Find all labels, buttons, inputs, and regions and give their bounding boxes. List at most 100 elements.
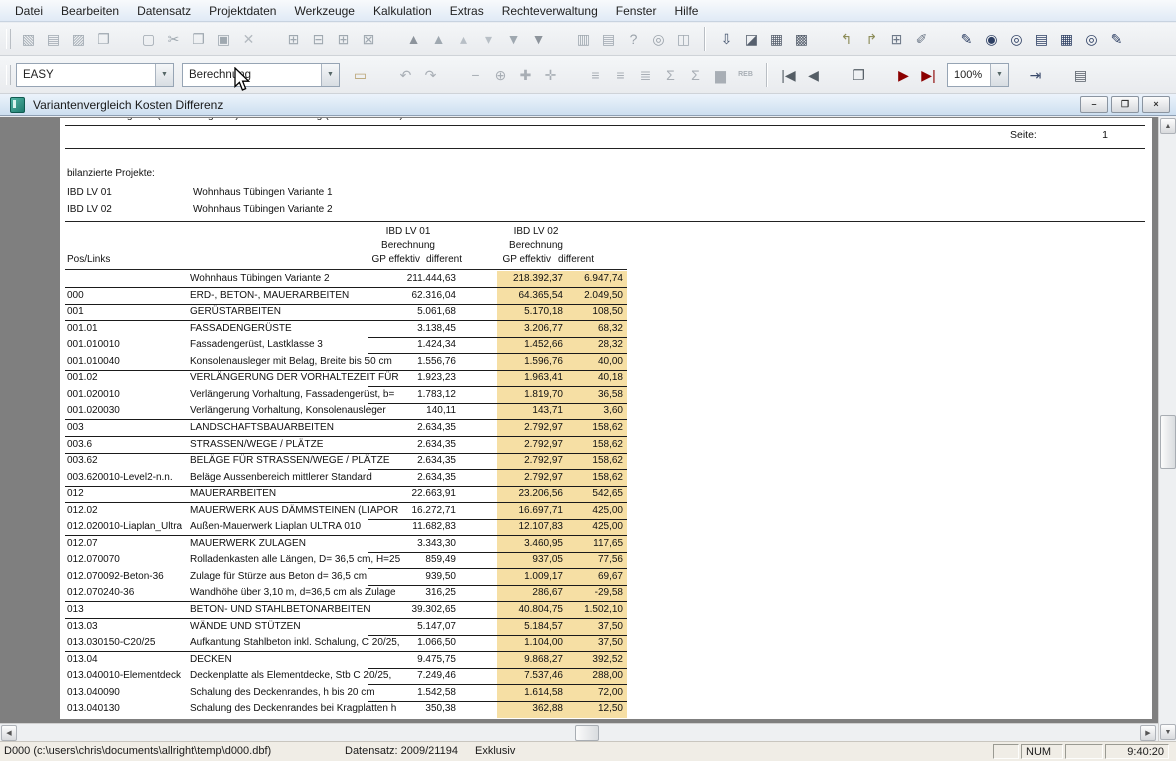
insert-sub-position-icon[interactable]: ⊟ xyxy=(306,27,331,51)
vertical-scrollbar[interactable]: ▲ ▼ xyxy=(1158,117,1176,741)
row-gp-variant1: 2.634,35 xyxy=(320,439,456,450)
move-first-icon[interactable]: ▲ xyxy=(401,27,426,51)
redo-icon[interactable]: ↷ xyxy=(418,63,443,87)
menu-item-hilfe[interactable]: Hilfe xyxy=(665,0,707,22)
menu-item-projektdaten[interactable]: Projektdaten xyxy=(200,0,285,22)
last-page-icon[interactable]: ▶| xyxy=(916,63,941,87)
insert-branch-icon[interactable]: ⊠ xyxy=(356,27,381,51)
copy-page-icon[interactable]: ❐ xyxy=(846,63,871,87)
table-view-icon[interactable]: ▦ xyxy=(1054,27,1079,51)
insert-title-icon[interactable]: ⊞ xyxy=(331,27,356,51)
move-page-up-icon[interactable]: ▲ xyxy=(426,27,451,51)
first-page-icon[interactable]: |◀ xyxy=(776,63,801,87)
chevron-down-icon[interactable]: ▼ xyxy=(155,64,173,86)
layout-combo[interactable]: EASY ▼ xyxy=(16,63,174,87)
tile-windows-icon[interactable]: ⊞ xyxy=(884,27,909,51)
row-gp-variant2: 7.537,46 xyxy=(480,670,563,681)
menu-item-werkzeuge[interactable]: Werkzeuge xyxy=(285,0,363,22)
outline-demote-icon[interactable]: ≡ xyxy=(608,63,633,87)
menu-item-datei[interactable]: Datei xyxy=(6,0,52,22)
menu-item-rechteverwaltung[interactable]: Rechteverwaltung xyxy=(493,0,607,22)
delete-icon[interactable]: ✕ xyxy=(236,27,261,51)
sum-icon[interactable]: Σ xyxy=(683,63,708,87)
reb-icon[interactable]: REB xyxy=(733,63,758,87)
row-gp-variant2: 362,88 xyxy=(480,703,563,714)
scroll-up-icon[interactable]: ▲ xyxy=(1160,118,1176,134)
move-down-icon[interactable]: ▾ xyxy=(476,27,501,51)
row-difference: 40,18 xyxy=(565,372,623,383)
toolbar-grip-2[interactable] xyxy=(6,65,11,85)
zoom-document-icon[interactable]: ◉ xyxy=(979,27,1004,51)
row-gp-variant1: 316,25 xyxy=(320,587,456,598)
paste-icon[interactable]: ▣ xyxy=(211,27,236,51)
chart-icon[interactable]: ▆ xyxy=(708,63,733,87)
previous-page-icon[interactable]: ◀ xyxy=(801,63,826,87)
search-icon[interactable]: ◎ xyxy=(646,27,671,51)
row-pos: 003.6 xyxy=(67,439,92,450)
sum-positions-icon[interactable]: Σ xyxy=(658,63,683,87)
print-page-icon[interactable]: ▤ xyxy=(1068,63,1093,87)
jump-back-icon[interactable]: ↰ xyxy=(834,27,859,51)
cut-icon[interactable]: ✂ xyxy=(161,27,186,51)
menu-item-datensatz[interactable]: Datensatz xyxy=(128,0,200,22)
copy-structure-icon[interactable]: ❐ xyxy=(91,27,116,51)
move-up-icon[interactable]: ▴ xyxy=(451,27,476,51)
search-document-icon[interactable]: ◎ xyxy=(1004,27,1029,51)
open-document-icon[interactable]: ▤ xyxy=(1029,27,1054,51)
row-gp-variant2: 5.184,57 xyxy=(480,621,563,632)
scroll-right-icon[interactable]: ▶ xyxy=(1140,725,1156,741)
menu-item-fenster[interactable]: Fenster xyxy=(607,0,666,22)
outline-promote-icon[interactable]: ≡ xyxy=(583,63,608,87)
menu-item-kalkulation[interactable]: Kalkulation xyxy=(364,0,441,22)
new-document-icon[interactable]: ▢ xyxy=(136,27,161,51)
add-group-icon[interactable]: ✛ xyxy=(538,63,563,87)
minimize-button[interactable]: – xyxy=(1080,96,1108,113)
horizontal-scrollbar-thumb[interactable] xyxy=(575,725,599,741)
horizontal-scrollbar[interactable]: ◀ ▶ xyxy=(0,723,1158,741)
annotate-icon[interactable]: ✎ xyxy=(1104,27,1129,51)
view-image-icon[interactable]: ▨ xyxy=(66,27,91,51)
undo-icon[interactable]: ↶ xyxy=(393,63,418,87)
close-preview-icon[interactable]: ⇥ xyxy=(1023,63,1048,87)
move-page-down-icon[interactable]: ▼ xyxy=(501,27,526,51)
move-last-icon[interactable]: ▼ xyxy=(526,27,551,51)
layout-combo-value: EASY xyxy=(17,69,155,81)
child-window-title: Variantenvergleich Kosten Differenz xyxy=(33,98,1077,112)
edit-memo-icon[interactable]: ▤ xyxy=(41,27,66,51)
copy-icon[interactable]: ❐ xyxy=(186,27,211,51)
help-icon[interactable]: ? xyxy=(621,27,646,51)
chevron-down-icon[interactable]: ▼ xyxy=(990,64,1008,86)
insert-row-icon[interactable]: ⊕ xyxy=(488,63,513,87)
export-image-icon[interactable]: ▧ xyxy=(16,27,41,51)
import-data-icon[interactable]: ⇩ xyxy=(714,27,739,51)
edit-dataset-icon[interactable]: ▦ xyxy=(764,27,789,51)
numbering-icon[interactable]: ≣ xyxy=(633,63,658,87)
pin-window-icon[interactable]: ✐ xyxy=(909,27,934,51)
toolbar-grip[interactable] xyxy=(6,29,11,49)
find-record-icon[interactable]: ◎ xyxy=(1079,27,1104,51)
menu-item-bearbeiten[interactable]: Bearbeiten xyxy=(52,0,128,22)
mode-combo[interactable]: Berechnung ▼ xyxy=(182,63,340,87)
row-difference: 6.947,74 xyxy=(565,273,623,284)
scroll-left-icon[interactable]: ◀ xyxy=(1,725,17,741)
approve-dataset-icon[interactable]: ▩ xyxy=(789,27,814,51)
add-row-icon[interactable]: ✚ xyxy=(513,63,538,87)
insert-position-icon[interactable]: ⊞ xyxy=(281,27,306,51)
jump-forward-icon[interactable]: ↱ xyxy=(859,27,884,51)
edit-report-icon[interactable]: ✎ xyxy=(954,27,979,51)
print-icon[interactable]: ▤ xyxy=(596,27,621,51)
restore-button[interactable]: ❐ xyxy=(1111,96,1139,113)
chevron-down-icon[interactable]: ▼ xyxy=(321,64,339,86)
close-button[interactable]: × xyxy=(1142,96,1170,113)
scroll-down-icon[interactable]: ▼ xyxy=(1160,724,1176,740)
print-preview-icon[interactable]: ▥ xyxy=(571,27,596,51)
split-view-icon[interactable]: ◫ xyxy=(671,27,696,51)
remove-row-icon[interactable]: − xyxy=(463,63,488,87)
next-page-icon[interactable]: ▶ xyxy=(891,63,916,87)
export-data-icon[interactable]: ◪ xyxy=(739,27,764,51)
vertical-scrollbar-thumb[interactable] xyxy=(1160,415,1176,469)
open-folder-icon[interactable]: ▭ xyxy=(348,63,373,87)
menu-item-extras[interactable]: Extras xyxy=(441,0,493,22)
row-difference: 40,00 xyxy=(565,356,623,367)
zoom-combo[interactable]: 100% ▼ xyxy=(947,63,1009,87)
